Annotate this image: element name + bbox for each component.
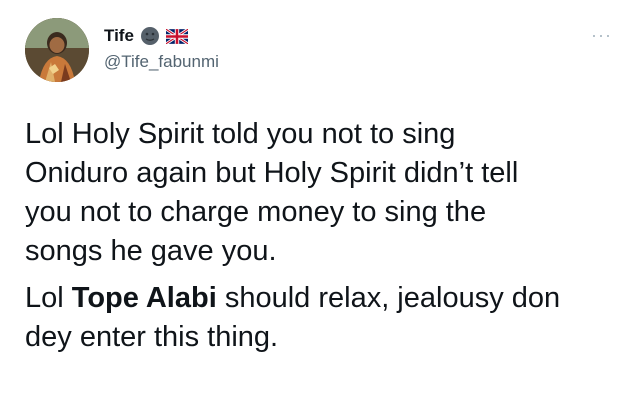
text-line: songs he gave you. (25, 235, 277, 267)
text-line: should relax, jealousy don (216, 282, 561, 314)
name-row: Tife (104, 25, 219, 47)
tweet-header: Tife @Tife_fabunmi (104, 25, 219, 72)
text-line: you not to charge money to sing the (25, 196, 487, 228)
tweet-text: Lol Holy Spirit told you not to sing Oni… (25, 115, 625, 357)
avatar[interactable] (25, 18, 89, 82)
uk-flag-icon (165, 27, 189, 45)
user-handle[interactable]: @Tife_fabunmi (104, 52, 219, 72)
text-line: dey enter this thing. (25, 321, 279, 353)
bold-mention: Tope Alabi (71, 282, 217, 314)
tweet-card: Tife @Tife_fabunmi ··· Lol Holy Spirit t… (0, 0, 640, 407)
more-options-icon[interactable]: ··· (591, 26, 612, 44)
text-line: Oniduro again but Holy Spirit didn’t tel… (25, 157, 519, 189)
text-prefix: Lol (25, 282, 72, 314)
tweet-paragraph-1: Lol Holy Spirit told you not to sing Oni… (25, 115, 625, 271)
display-name[interactable]: Tife (104, 26, 134, 46)
tweet-paragraph-2: Lol Tope Alabi should relax, jealousy do… (25, 279, 625, 357)
text-line: Lol Holy Spirit told you not to sing (25, 118, 456, 150)
dark-emoji-icon (140, 26, 160, 46)
